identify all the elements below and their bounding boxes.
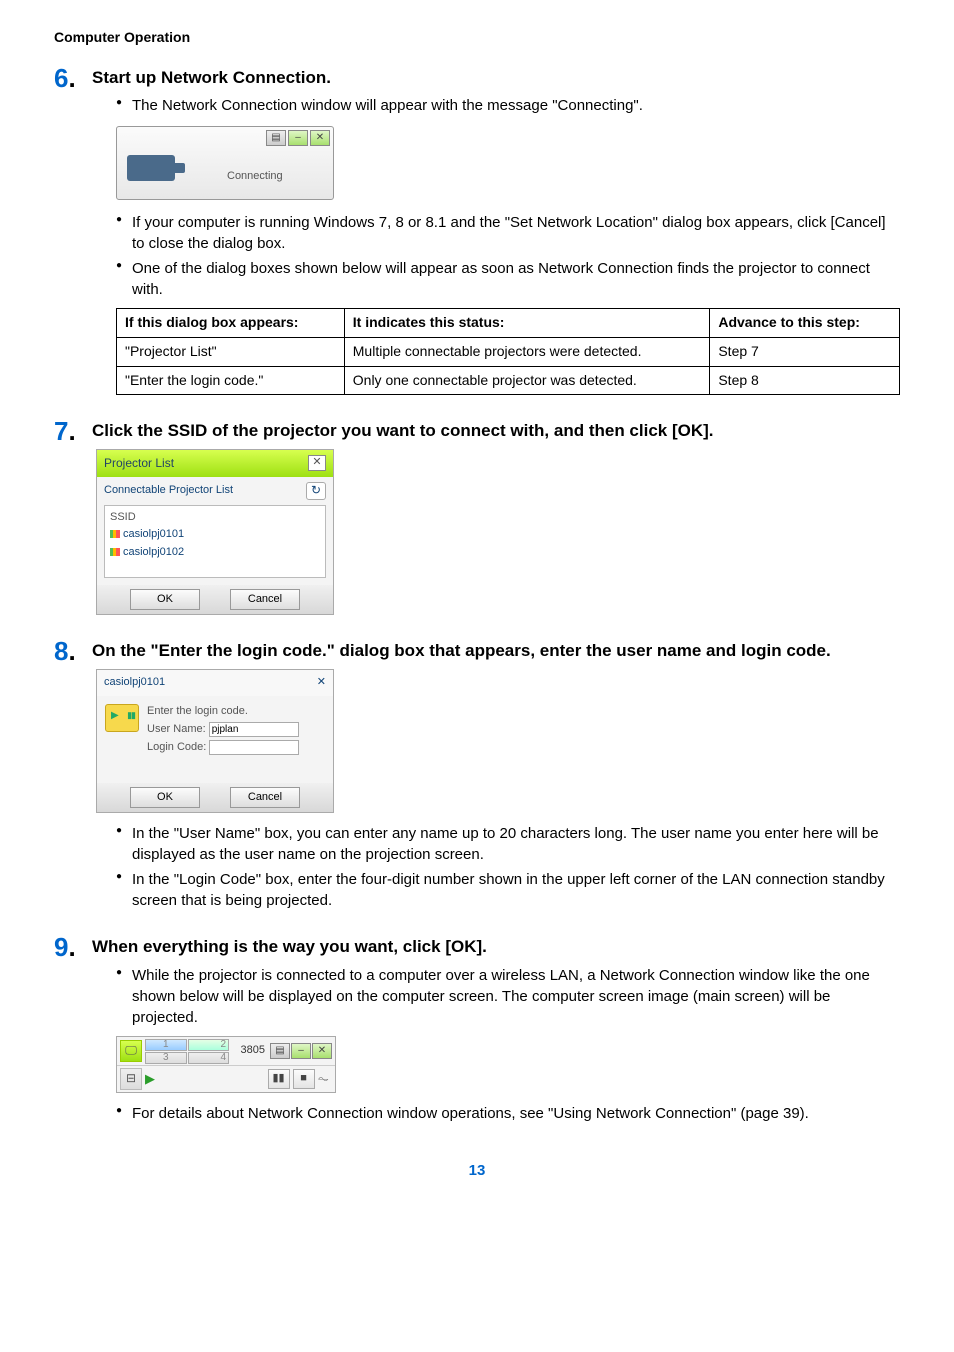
- quadrant-2: 2: [188, 1039, 230, 1051]
- refresh-icon: ↻: [306, 482, 326, 500]
- menu-icon: ▤: [266, 130, 286, 146]
- step-6: 6. Start up Network Connection. The Netw…: [54, 64, 900, 396]
- menu-icon: ▤: [270, 1043, 290, 1059]
- bullet-text: While the projector is connected to a co…: [116, 965, 900, 1028]
- bullet-text: If your computer is running Windows 7, 8…: [116, 212, 900, 254]
- bullet-text: One of the dialog boxes shown below will…: [116, 258, 900, 300]
- ssid-row: casiolpj0101: [110, 526, 320, 543]
- display-icon: 🖵: [120, 1040, 142, 1062]
- table-cell: "Projector List": [117, 337, 345, 366]
- ok-button: OK: [130, 787, 200, 808]
- minimize-icon: –: [288, 130, 308, 146]
- table-row: "Projector List" Multiple connectable pr…: [117, 337, 900, 366]
- step-number: 6.: [54, 60, 76, 96]
- login-code-input: [209, 740, 299, 755]
- table-cell: Multiple connectable projectors were det…: [344, 337, 710, 366]
- step-8-title: On the "Enter the login code." dialog bo…: [92, 637, 900, 663]
- ok-button: OK: [130, 589, 200, 610]
- bullet-text: In the "Login Code" box, enter the four-…: [116, 869, 900, 911]
- panel-icon: ⊟: [120, 1068, 142, 1090]
- connectable-list-label: Connectable Projector List: [104, 483, 233, 498]
- layout-quadrants: 1 2 3 4: [145, 1039, 229, 1063]
- user-name-label: User Name:: [147, 722, 206, 737]
- dialog-status-table: If this dialog box appears: It indicates…: [116, 308, 900, 395]
- table-row: "Enter the login code." Only one connect…: [117, 366, 900, 395]
- quadrant-4: 4: [188, 1052, 230, 1064]
- network-connection-window-mock: 🖵 1 2 3 4 3805 ▤ – ✕ ⊟ ▶ ▮▮ ■: [116, 1036, 336, 1093]
- table-cell: "Enter the login code.": [117, 366, 345, 395]
- minimize-icon: –: [291, 1043, 311, 1059]
- login-code-label: Login Code:: [147, 740, 206, 755]
- login-dialog-title: casiolpj0101: [104, 675, 165, 690]
- step-7-title: Click the SSID of the projector you want…: [92, 417, 900, 443]
- table-header: If this dialog box appears:: [117, 309, 345, 338]
- table-cell: Only one connectable projector was detec…: [344, 366, 710, 395]
- projector-list-dialog-mock: Projector List ✕ Connectable Projector L…: [96, 449, 334, 615]
- connecting-dialog-mock: ▤ – ✕ Connecting: [116, 126, 334, 200]
- pause-icon: ▮▮: [268, 1069, 290, 1089]
- quadrant-1: 1: [145, 1039, 187, 1051]
- projector-badge-icon: [105, 704, 139, 732]
- ssid-row: casiolpj0102: [110, 544, 320, 561]
- close-icon: ✕: [312, 1043, 332, 1059]
- step-number: 9.: [54, 929, 76, 965]
- ssid-header: SSID: [110, 509, 320, 526]
- bullet-text: The Network Connection window will appea…: [116, 95, 900, 116]
- table-cell: Step 8: [710, 366, 900, 395]
- bullet-text: In the "User Name" box, you can enter an…: [116, 823, 900, 865]
- session-code: 3805: [241, 1043, 265, 1058]
- bullet-text: For details about Network Connection win…: [116, 1103, 900, 1124]
- step-number: 7.: [54, 413, 76, 449]
- close-icon: ✕: [317, 675, 326, 690]
- wifi-icon: ⏦: [318, 1069, 332, 1089]
- play-icon: ▶: [145, 1070, 155, 1088]
- step-9: 9. When everything is the way you want, …: [54, 933, 900, 1124]
- step-6-title: Start up Network Connection.: [92, 64, 900, 90]
- table-cell: Step 7: [710, 337, 900, 366]
- stop-icon: ■: [293, 1069, 315, 1089]
- step-7: 7. Click the SSID of the projector you w…: [54, 417, 900, 615]
- step-number: 8.: [54, 633, 76, 669]
- user-name-input: [209, 722, 299, 737]
- cancel-button: Cancel: [230, 787, 300, 808]
- section-header: Computer Operation: [54, 28, 900, 48]
- connecting-label: Connecting: [227, 169, 283, 184]
- close-icon: ✕: [310, 130, 330, 146]
- projector-list-title: Projector List: [104, 455, 174, 472]
- quadrant-3: 3: [145, 1052, 187, 1064]
- table-header: Advance to this step:: [710, 309, 900, 338]
- page-number: 13: [54, 1160, 900, 1181]
- ssid-listbox: SSID casiolpj0101 casiolpj0102: [104, 505, 326, 578]
- close-icon: ✕: [308, 455, 326, 471]
- table-header: It indicates this status:: [344, 309, 710, 338]
- login-prompt: Enter the login code.: [147, 704, 325, 719]
- step-9-title: When everything is the way you want, cli…: [92, 933, 900, 959]
- projector-icon: [127, 155, 175, 181]
- step-8: 8. On the "Enter the login code." dialog…: [54, 637, 900, 911]
- login-dialog-mock: casiolpj0101 ✕ Enter the login code. Use…: [96, 669, 334, 813]
- cancel-button: Cancel: [230, 589, 300, 610]
